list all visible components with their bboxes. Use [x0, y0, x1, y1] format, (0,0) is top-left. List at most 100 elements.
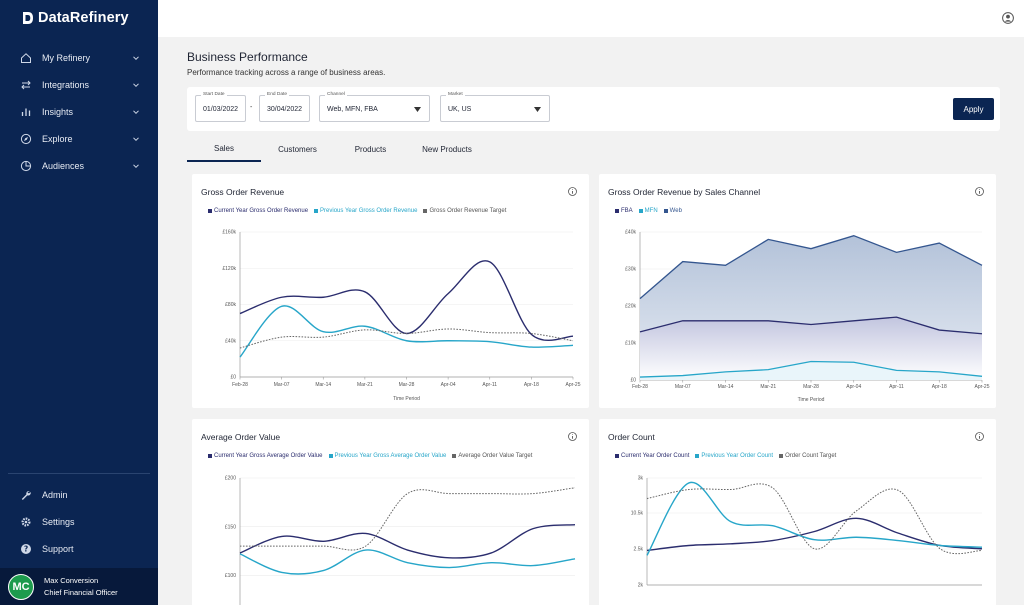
x-tick-label: Feb-28 [232, 382, 248, 388]
sidebar-item-label: Integrations [42, 79, 90, 90]
sidebar-footer-nav: Admin Settings ? Support [0, 481, 158, 562]
help-icon: ? [21, 543, 31, 554]
market-select[interactable]: Market UK, US [440, 92, 550, 122]
sidebar-item-label: Explore [42, 133, 73, 144]
tab-new-products[interactable]: New Products [407, 137, 487, 161]
tab-sales[interactable]: Sales [187, 137, 261, 162]
wrench-icon [21, 490, 31, 500]
x-tick-label: Mar-21 [357, 382, 373, 388]
pie-icon [20, 160, 32, 171]
sidebar-item-support[interactable]: ? Support [0, 535, 158, 562]
x-tick-label: Mar-14 [718, 384, 734, 390]
y-tick-label: £0 [230, 375, 236, 381]
sidebar-divider [8, 473, 150, 474]
app-name: DataRefinery [38, 10, 129, 26]
y-tick-label: £40k [625, 230, 636, 236]
apply-button[interactable]: Apply [953, 98, 994, 120]
y-tick-label: £150 [225, 524, 236, 530]
gross-order-revenue-chart: £0 £40k £80k £120k £160k Feb-28 Mar-07 Mar-14 Ma… [222, 230, 580, 402]
y-tick-label: £100 [225, 573, 236, 579]
sidebar-item-settings[interactable]: Settings [0, 508, 158, 535]
x-tick-label: Mar-28 [399, 382, 415, 388]
x-tick-label: Apr-18 [932, 384, 947, 390]
bar-chart-icon [21, 108, 31, 116]
user-account-icon[interactable] [1002, 12, 1014, 24]
order-count-card: Order Count Current Year Order Count Pre… [599, 419, 996, 605]
market-value: UK, US [448, 106, 472, 113]
filter-bar: Start Date 01/03/2022 - End Date 30/04/2… [187, 87, 1000, 131]
gross-order-revenue-card: Gross Order Revenue Current Year Gross O… [192, 174, 589, 408]
y-tick-label: £10k [625, 341, 636, 347]
channel-select[interactable]: Channel Web, MFN, FBA [319, 92, 430, 122]
x-tick-label: Apr-11 [482, 382, 497, 388]
sidebar-item-insights[interactable]: Insights [0, 98, 158, 125]
sidebar-item-label: Insights [42, 106, 74, 117]
series-line-1 [239, 260, 574, 342]
chevron-down-icon [133, 136, 139, 141]
sidebar-item-audiences[interactable]: Audiences [0, 152, 158, 179]
y-tick-label: £200 [225, 476, 236, 482]
start-date-field[interactable]: Start Date 01/03/2022 [195, 92, 246, 122]
sidebar-item-admin[interactable]: Admin [0, 481, 158, 508]
channel-value: Web, MFN, FBA [327, 106, 378, 113]
chevron-down-icon [133, 163, 139, 168]
x-tick-label: Mar-07 [274, 382, 290, 388]
series-line-2 [239, 305, 574, 358]
user-role: Chief Financial Officer [44, 587, 118, 597]
average-order-value-chart: £50£100£150£200 [225, 476, 576, 605]
sidebar-nav: My Refinery Integrations Insights Explor… [0, 44, 158, 179]
x-tick-label: Mar-14 [315, 382, 331, 388]
chevron-down-icon [133, 109, 139, 114]
end-date-label: End Date [265, 92, 290, 97]
chevron-down-icon [133, 55, 139, 60]
sidebar-item-my-refinery[interactable]: My Refinery [0, 44, 158, 71]
start-date-label: Start Date [201, 92, 227, 97]
caret-down-icon [534, 107, 541, 112]
y-tick-label: £40k [225, 338, 236, 344]
end-date-field[interactable]: End Date 30/04/2022 [259, 92, 310, 122]
page-title: Business Performance [187, 50, 308, 64]
y-tick-label: £80k [225, 302, 236, 308]
user-name: Max Conversion [44, 575, 99, 585]
sidebar-item-label: Audiences [42, 160, 85, 171]
series-line-3 [240, 487, 576, 551]
sidebar-item-label: Support [42, 543, 74, 554]
channel-label: Channel [325, 92, 347, 97]
sidebar-item-integrations[interactable]: Integrations [0, 71, 158, 98]
y-tick-label: £30k [625, 267, 636, 273]
tab-products[interactable]: Products [334, 137, 407, 161]
x-tick-label: Mar-28 [803, 384, 819, 390]
y-tick-label: £120k [222, 266, 236, 272]
tab-bar: Sales Customers Products New Products [187, 137, 487, 162]
x-tick-label: Feb-28 [632, 384, 648, 390]
gear-icon [21, 516, 31, 527]
compass-icon [20, 133, 32, 144]
tab-customers[interactable]: Customers [261, 137, 334, 161]
sidebar-item-label: Settings [42, 516, 75, 527]
revenue-by-channel-chart: £0 £10k £20k £30k £40k Feb-28 Mar-07 Mar-14 Mar-… [625, 230, 990, 403]
x-tick-label: Mar-07 [675, 384, 691, 390]
x-tick-label: Apr-11 [889, 384, 904, 390]
x-tick-label: Apr-04 [846, 384, 861, 390]
x-tick-label: Apr-25 [565, 382, 580, 388]
x-tick-label: Apr-04 [441, 382, 456, 388]
logo-icon [23, 12, 33, 24]
top-bar [158, 0, 1024, 37]
app-logo[interactable]: DataRefinery [22, 10, 129, 26]
home-icon [21, 52, 31, 63]
user-profile[interactable]: MC Max Conversion Chief Financial Office… [0, 568, 158, 605]
integrations-icon [21, 80, 31, 89]
end-date-value: 30/04/2022 [267, 106, 303, 113]
y-tick-label: £20k [625, 304, 636, 310]
market-label: Market [446, 92, 465, 97]
chevron-down-icon [133, 82, 139, 87]
x-tick-label: Apr-18 [524, 382, 539, 388]
y-tick-label: £160k [222, 230, 236, 236]
y-tick-label: 2k [638, 583, 644, 589]
series-line-1 [239, 524, 576, 559]
average-order-value-card: Average Order Value Current Year Gross A… [192, 419, 589, 605]
sidebar: DataRefinery My Refinery Integrations In… [0, 0, 158, 605]
svg-text:?: ? [24, 544, 28, 553]
sidebar-item-explore[interactable]: Explore [0, 125, 158, 152]
avatar: MC [8, 573, 34, 600]
